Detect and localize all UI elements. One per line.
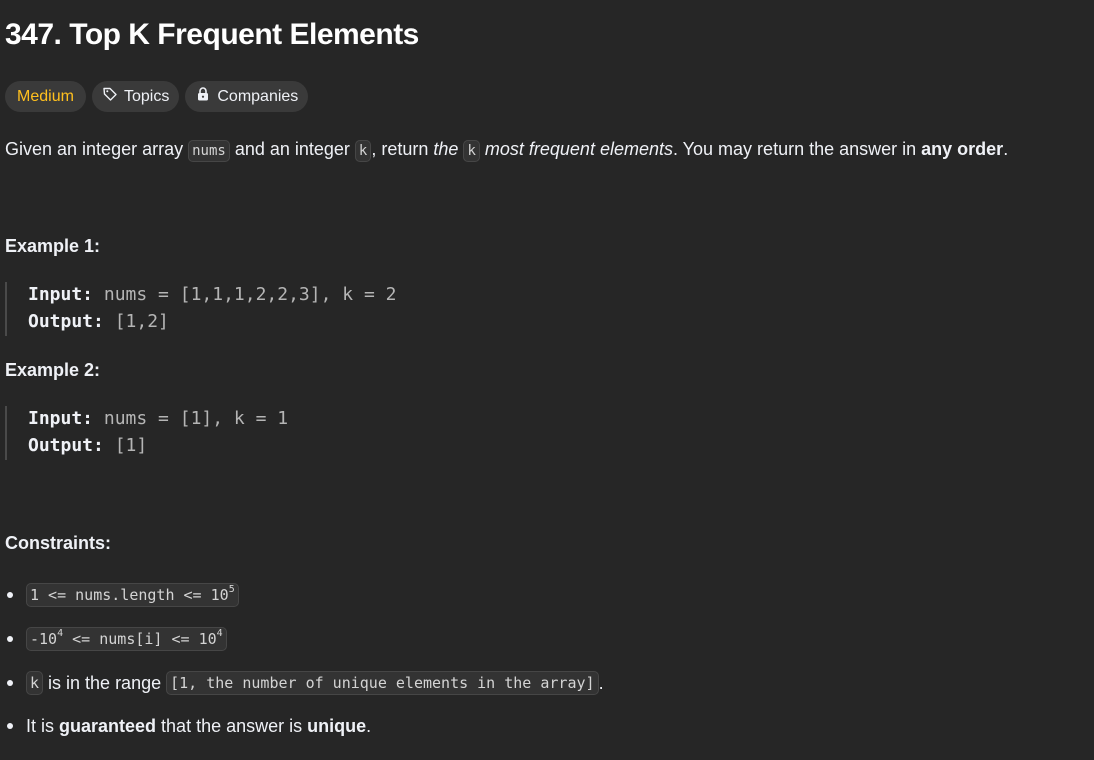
constraint-text: that the answer is (156, 715, 308, 736)
example-2-border (5, 406, 7, 460)
constraint-text: . (598, 672, 604, 693)
constraint-text: . (366, 715, 372, 736)
tag-bar: Medium Topics Companies (5, 81, 309, 112)
inline-code-k: k (26, 671, 44, 695)
inline-code-nums: nums (188, 140, 230, 162)
constraint-item: -104 <= nums[i] <= 104 (0, 624, 227, 654)
topics-button[interactable]: Topics (92, 81, 180, 112)
companies-button[interactable]: Companies (185, 81, 309, 112)
output-value: [1,2] (103, 311, 169, 332)
output-label: Output: (28, 435, 104, 456)
bullet (7, 723, 13, 729)
problem-description: Given an integer array nums and an integ… (5, 135, 1008, 165)
output-value: [1] (103, 435, 148, 456)
desc-text: . You may return the answer in (673, 139, 922, 159)
superscript: 4 (216, 628, 223, 639)
desc-text: . (1003, 139, 1009, 159)
example-2-block: Input: nums = [1], k = 1 Output: [1] (28, 405, 288, 459)
desc-text: and an integer (229, 139, 355, 159)
bullet (7, 636, 13, 642)
code-text: 1 <= nums.length <= 10 (30, 586, 229, 604)
desc-italic: the (433, 139, 459, 159)
example-1-block: Input: nums = [1,1,1,2,2,3], k = 2 Outpu… (28, 281, 396, 335)
example-1-border (5, 282, 7, 336)
output-label: Output: (28, 311, 104, 332)
desc-text: Given an integer array (5, 139, 189, 159)
desc-text: , return (371, 139, 434, 159)
input-label: Input: (28, 284, 94, 305)
companies-label: Companies (217, 87, 299, 105)
constraint-item: It is guaranteed that the answer is uniq… (0, 711, 371, 741)
lock-icon (195, 86, 217, 107)
input-label: Input: (28, 408, 94, 429)
inline-code-k: k (354, 140, 372, 162)
problem-title: 347. Top K Frequent Elements (5, 18, 419, 51)
example-1-heading: Example 1: (5, 236, 101, 256)
constraint-item: 1 <= nums.length <= 105 (0, 580, 239, 610)
constraint-item: k is in the range [1, the number of uniq… (0, 668, 604, 698)
bullet (7, 680, 13, 686)
example-2-heading: Example 2: (5, 360, 101, 380)
input-value: nums = [1], k = 1 (93, 408, 289, 429)
constraint-bold: unique (307, 715, 367, 736)
inline-code-range: [1, the number of unique elements in the… (166, 671, 599, 695)
input-value: nums = [1,1,1,2,2,3], k = 2 (93, 284, 397, 305)
constraint-text: is in the range (43, 672, 167, 693)
topics-label: Topics (124, 87, 170, 105)
inline-code-k: k (463, 140, 480, 162)
tag-icon (102, 86, 124, 107)
superscript: 5 (228, 584, 235, 595)
constraint-text: It is (26, 715, 60, 736)
difficulty-badge: Medium (5, 81, 86, 112)
code-text: -10 (30, 630, 58, 648)
constraint-bold: guaranteed (59, 715, 157, 736)
code-text: <= nums[i] <= 10 (63, 630, 217, 648)
bullet (7, 592, 13, 598)
constraints-heading: Constraints: (5, 533, 112, 553)
inline-code: -104 <= nums[i] <= 104 (26, 627, 227, 651)
inline-code: 1 <= nums.length <= 105 (26, 583, 239, 607)
desc-italic: most frequent elements (484, 139, 673, 159)
desc-bold: any order (921, 139, 1004, 159)
